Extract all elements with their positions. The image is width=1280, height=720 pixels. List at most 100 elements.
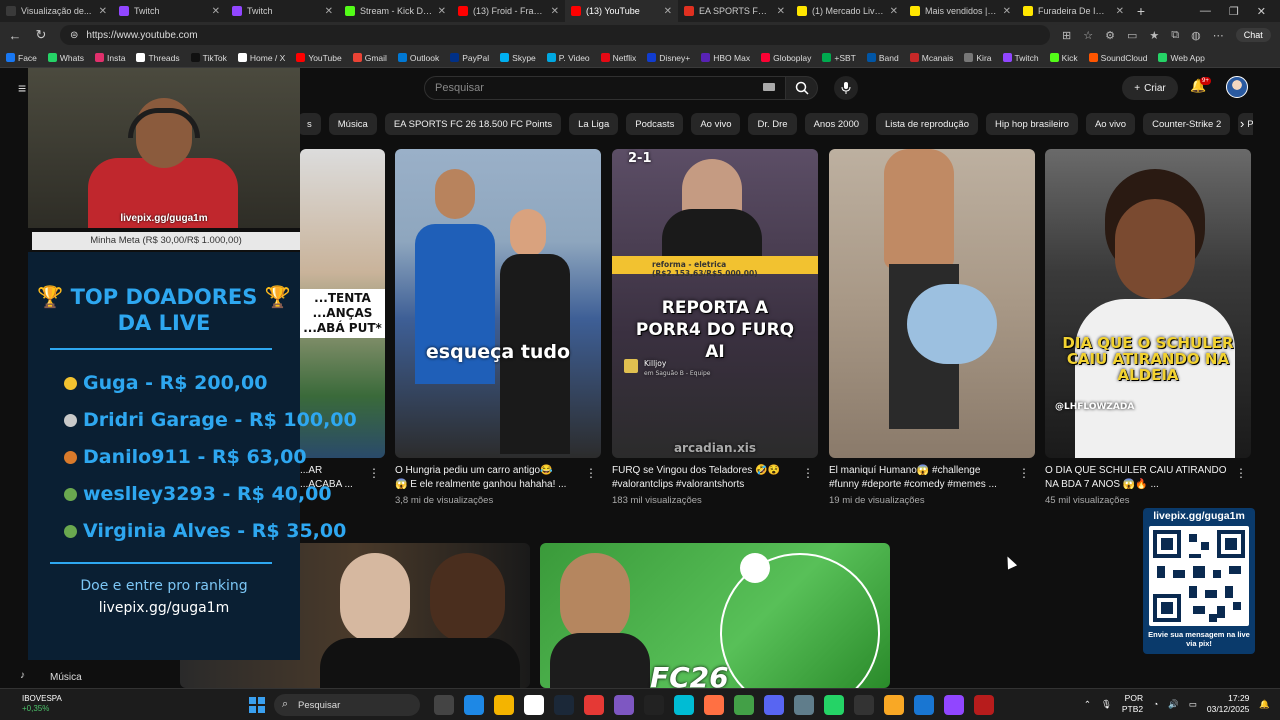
- taskbar-app-icon[interactable]: [554, 695, 574, 715]
- close-icon[interactable]: ✕: [664, 6, 672, 17]
- bookmark-item[interactable]: Band: [866, 53, 899, 63]
- close-icon[interactable]: ✕: [1116, 6, 1124, 17]
- network-icon[interactable]: ◔: [1153, 699, 1158, 709]
- taskbar-app-icon[interactable]: [794, 695, 814, 715]
- bookmark-item[interactable]: Threads: [136, 53, 180, 63]
- bookmark-item[interactable]: Disney+: [647, 53, 690, 63]
- url-field[interactable]: ⊜ https://www.youtube.com: [60, 25, 1050, 45]
- bookmark-item[interactable]: Gmail: [352, 53, 387, 63]
- taskbar-search[interactable]: ⌕ Pesquisar: [274, 694, 420, 716]
- taskbar-app-icon[interactable]: [644, 695, 664, 715]
- taskbar-app-icon[interactable]: [464, 695, 484, 715]
- bookmark-item[interactable]: YouTube: [296, 53, 342, 63]
- taskbar-app-icon[interactable]: [884, 695, 904, 715]
- taskbar-app-icon[interactable]: [614, 695, 634, 715]
- browser-tab[interactable]: Twitch ✕: [113, 0, 226, 22]
- split-screen-icon[interactable]: ▭: [1127, 29, 1137, 42]
- minimize-icon[interactable]: —: [1200, 5, 1211, 18]
- notification-bell-icon[interactable]: 🔔: [1259, 699, 1270, 710]
- taskbar-app-icon[interactable]: [854, 695, 874, 715]
- taskbar-app-icon[interactable]: [734, 695, 754, 715]
- close-icon[interactable]: ✕: [777, 6, 785, 17]
- close-icon[interactable]: ✕: [890, 6, 898, 17]
- site-info-icon[interactable]: ⊜: [70, 30, 78, 41]
- browser-tab[interactable]: Mais vendidos | Mer... ✕: [904, 0, 1017, 22]
- bookmark-item[interactable]: Web App: [1158, 53, 1205, 63]
- volume-icon[interactable]: 🔊: [1168, 699, 1179, 710]
- bookmark-item[interactable]: Mcanais: [909, 53, 953, 63]
- close-icon[interactable]: ✕: [1003, 6, 1011, 17]
- browser-tab[interactable]: (13) Froid - Fran's C... ✕: [452, 0, 565, 22]
- category-chip[interactable]: Counter-Strike 2: [1143, 113, 1231, 135]
- more-vert-icon[interactable]: ⋮: [1018, 466, 1030, 480]
- browser-tab[interactable]: Twitch ✕: [226, 0, 339, 22]
- bookmark-item[interactable]: HBO Max: [701, 53, 750, 63]
- taskbar-app-icon[interactable]: [824, 695, 844, 715]
- video-title[interactable]: O Hungria pediu um carro antigo😂 😱 E ele …: [395, 464, 585, 492]
- favorites-icon[interactable]: ★: [1149, 29, 1159, 42]
- taskbar-app-icon[interactable]: [494, 695, 514, 715]
- more-icon[interactable]: ⋯: [1213, 29, 1224, 42]
- chevron-right-icon[interactable]: ›: [1240, 116, 1244, 131]
- browser-tab[interactable]: (1) Mercado Livre Br... ✕: [791, 0, 904, 22]
- battery-icon[interactable]: ▭: [1189, 699, 1197, 710]
- sidebar-item-music[interactable]: Música: [50, 672, 82, 683]
- profile-icon[interactable]: ◍: [1191, 29, 1201, 42]
- reload-icon[interactable]: ↻: [34, 27, 48, 43]
- close-icon[interactable]: ✕: [212, 6, 220, 17]
- more-vert-icon[interactable]: ⋮: [1235, 466, 1247, 480]
- voice-search-button[interactable]: [834, 76, 858, 100]
- restore-icon[interactable]: ❐: [1229, 5, 1239, 18]
- bookmark-item[interactable]: Netflix: [600, 53, 636, 63]
- search-button[interactable]: [786, 76, 818, 100]
- bookmark-item[interactable]: PayPal: [450, 53, 489, 63]
- category-chip[interactable]: Podcasts: [626, 113, 684, 135]
- taskbar-app-icon[interactable]: [704, 695, 724, 715]
- close-icon[interactable]: ✕: [99, 6, 107, 17]
- search-input[interactable]: Pesquisar: [424, 76, 786, 100]
- category-chip[interactable]: Ao vivo: [1085, 113, 1136, 135]
- avatar[interactable]: [1226, 76, 1248, 98]
- collections-icon[interactable]: ⧉: [1171, 29, 1179, 42]
- category-chip[interactable]: s: [298, 113, 321, 135]
- keyboard-icon[interactable]: [763, 83, 775, 91]
- chat-button[interactable]: Chat: [1235, 28, 1271, 42]
- category-chip[interactable]: La Liga: [569, 113, 619, 135]
- stock-widget[interactable]: IBOVESPA +0,35%: [22, 694, 62, 714]
- bookmark-item[interactable]: TikTok: [190, 53, 227, 63]
- bookmark-item[interactable]: Skype: [500, 53, 536, 63]
- browser-tab[interactable]: (13) YouTube ✕: [565, 0, 678, 22]
- video-title[interactable]: El maniquí Humano😱 #challenge #funny #dep…: [829, 464, 1019, 492]
- close-icon[interactable]: ✕: [551, 6, 559, 17]
- category-chip[interactable]: Ao vivo: [691, 113, 741, 135]
- video-thumbnail[interactable]: 2-1 reforma - eletrica (R$2.153,63/R$5.0…: [612, 149, 818, 458]
- bookmark-item[interactable]: P. Video: [546, 53, 590, 63]
- install-app-icon[interactable]: ⊞: [1062, 29, 1071, 42]
- create-button[interactable]: + Criar: [1122, 76, 1178, 100]
- video-thumbnail[interactable]: [829, 149, 1035, 458]
- clock[interactable]: 17:29 03/12/2025: [1207, 693, 1250, 715]
- windows-start-icon[interactable]: [249, 697, 265, 713]
- close-window-icon[interactable]: ✕: [1257, 5, 1266, 18]
- browser-tab[interactable]: EA SPORTS FC 26 Ev... ✕: [678, 0, 791, 22]
- menu-icon[interactable]: ≡: [18, 80, 26, 96]
- bookmark-item[interactable]: SoundCloud: [1088, 53, 1147, 63]
- close-icon[interactable]: ✕: [325, 6, 333, 17]
- category-chip[interactable]: Dr. Dre: [748, 113, 797, 135]
- bookmark-item[interactable]: Insta: [95, 53, 125, 63]
- more-vert-icon[interactable]: ⋮: [802, 466, 814, 480]
- taskbar-app-icon[interactable]: [974, 695, 994, 715]
- browser-tab[interactable]: Furadeira De Impact... ✕: [1017, 0, 1130, 22]
- taskbar-app-icon[interactable]: [944, 695, 964, 715]
- microphone-icon[interactable]: 🎙: [1101, 699, 1112, 710]
- browser-tab[interactable]: Stream - Kick Dashb... ✕: [339, 0, 452, 22]
- extension-icon[interactable]: ⚙: [1105, 29, 1115, 42]
- bookmark-item[interactable]: Kira: [964, 53, 992, 63]
- video-title[interactable]: FURQ se Vingou dos Teladores 🤣😵 #valorant…: [612, 464, 802, 492]
- bookmark-item[interactable]: Globoplay: [761, 53, 811, 63]
- category-chip[interactable]: Anos 2000: [804, 113, 869, 135]
- taskbar-app-icon[interactable]: [584, 695, 604, 715]
- bookmark-item[interactable]: Kick: [1049, 53, 1078, 63]
- video-thumbnail[interactable]: FC26: [540, 543, 890, 688]
- category-chip[interactable]: EA SPORTS FC 26 18.500 FC Points: [384, 113, 562, 135]
